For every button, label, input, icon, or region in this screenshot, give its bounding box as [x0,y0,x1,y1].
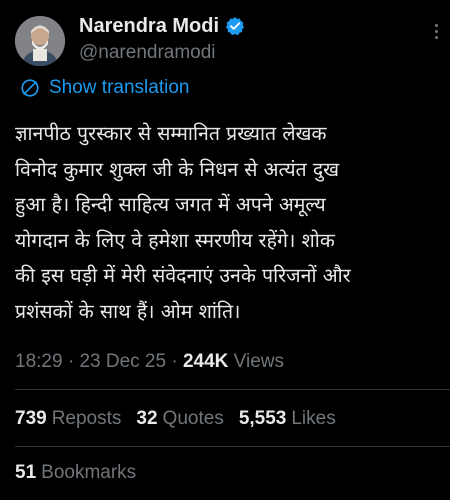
bookmarks-stat[interactable]: 51 Bookmarks [15,462,136,484]
tweet-text-line: विनोद कुमार शुक्ल जी के निधन से अत्यंत द… [15,157,340,181]
tweet-text-line: हुआ है। हिन्दी साहित्य जगत में अपने अमूल… [15,193,326,216]
meta-separator: · [166,351,183,372]
bookmarks-count: 51 [15,462,37,483]
divider [15,446,450,447]
globe-icon [21,79,39,97]
tweet-text-line: योगदान के लिए वे हमेशा स्मरणीय रहेंगे। श… [15,228,335,252]
likes-count: 5,553 [238,408,287,429]
tweet-text-line: ज्ञानपीठ पुरस्कार से सम्मानित प्रख्यात ल… [15,122,327,145]
engagement-stats: 739 Reposts 32 Quotes 5,553 Likes [15,408,351,430]
author-display-name[interactable]: Narendra Modi [79,15,219,38]
avatar[interactable] [15,16,65,66]
quotes-stat[interactable]: 32 Quotes [136,408,223,430]
meta-separator: · [62,351,80,372]
views-label: Views [228,351,284,372]
reposts-label: Reposts [51,408,122,429]
show-translation-link[interactable]: Show translation [19,77,189,99]
show-translation-label: Show translation [49,77,190,98]
likes-stat[interactable]: 5,553 Likes [239,408,336,430]
tweet-meta: 18:29 · 23 Dec 25 · 244K Views [15,351,284,373]
tweet-card: Narendra Modi @narendramodi Show transla… [0,0,450,500]
quotes-label: Quotes [162,408,224,429]
likes-label: Likes [291,408,336,429]
profile-photo-icon [15,16,65,66]
verified-badge-icon [225,17,245,36]
reposts-stat[interactable]: 739 Reposts [15,408,121,430]
views-count[interactable]: 244K [183,351,228,373]
quotes-count: 32 [136,408,158,429]
tweet-text: ज्ञानपीठ पुरस्कार से सम्मानित प्रख्यात ल… [15,116,445,329]
tweet-text-line: प्रशंसकों के साथ हैं। ओम शांति। [15,299,241,323]
bookmarks-label: Bookmarks [41,462,137,483]
tweet-text-line: की इस घड़ी में मेरी संवेदनाएं उनके परिजन… [15,264,351,287]
divider [15,389,450,390]
tweet-date[interactable]: 23 Dec 25 [79,351,166,373]
author-handle[interactable]: @narendramodi [79,42,216,64]
author-name-row: Narendra Modi [79,12,245,40]
tweet-time[interactable]: 18:29 [15,351,63,373]
reposts-count: 739 [15,408,47,429]
more-options-icon[interactable] [430,24,442,52]
